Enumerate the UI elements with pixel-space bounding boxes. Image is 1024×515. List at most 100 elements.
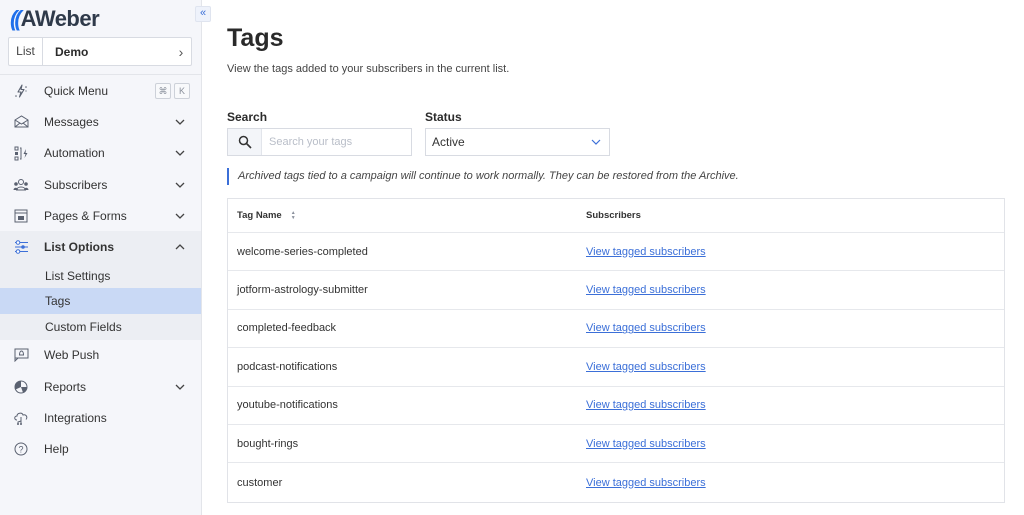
status-select[interactable]: Active — [425, 128, 610, 156]
column-header-label: Tag Name — [237, 210, 282, 221]
status-label: Status — [425, 110, 462, 124]
sidebar-item-label: List Options — [44, 240, 114, 255]
table-header: Tag Name ▲ ▼ Subscribers — [228, 199, 1004, 233]
sidebar-item-quick-menu[interactable]: Quick Menu ⌘ K — [0, 75, 201, 106]
sidebar-item-web-push[interactable]: Web Push — [0, 340, 201, 371]
subscribers-cell: View tagged subscribers — [586, 284, 1004, 296]
subscribers-cell: View tagged subscribers — [586, 399, 1004, 411]
search-input[interactable] — [262, 129, 411, 155]
search-label: Search — [227, 110, 268, 124]
page-subtitle: View the tags added to your subscribers … — [227, 63, 510, 75]
tags-table: Tag Name ▲ ▼ Subscribers welcome-series-c… — [227, 198, 1005, 503]
sidebar-item-label: Help — [44, 442, 69, 457]
subscribers-cell: View tagged subscribers — [586, 322, 1004, 334]
aweber-logo[interactable]: (( AWeber — [10, 6, 100, 32]
aweber-logo-icon: (( — [10, 6, 22, 31]
tag-name: podcast-notifications — [237, 360, 338, 373]
tag-name: jotform-astrology-submitter — [237, 284, 368, 297]
chevron-down-icon — [173, 182, 187, 188]
sidebar-subitem-label: List Settings — [45, 268, 111, 283]
view-tagged-subscribers-link[interactable]: View tagged subscribers — [586, 361, 706, 373]
column-header-label: Subscribers — [586, 210, 641, 221]
command-key: ⌘ — [155, 82, 171, 99]
sidebar-item-label: Subscribers — [44, 177, 108, 192]
sidebar-nav: Quick Menu ⌘ K Messages Automation Subsc… — [0, 75, 201, 465]
tag-name: youtube-notifications — [237, 399, 338, 412]
search-field — [227, 128, 412, 156]
sidebar-item-pages-forms[interactable]: Pages & Forms — [0, 200, 201, 231]
sidebar-item-label: Reports — [44, 379, 87, 394]
view-tagged-subscribers-link[interactable]: View tagged subscribers — [586, 438, 706, 450]
app: (( AWeber « List Demo › Quick Menu ⌘ K M… — [0, 0, 1024, 515]
tag-name-cell: jotform-astrology-submitter — [228, 284, 586, 296]
sort-icon[interactable]: ▲ ▼ — [291, 210, 296, 221]
view-tagged-subscribers-link[interactable]: View tagged subscribers — [586, 284, 706, 296]
brand-name: AWeber — [20, 6, 100, 31]
view-tagged-subscribers-link[interactable]: View tagged subscribers — [586, 399, 706, 411]
help-icon: ? — [13, 441, 29, 457]
sidebar-subitem-label: Tags — [45, 294, 71, 309]
sidebar-subitem-tags[interactable]: Tags — [0, 288, 201, 315]
search-icon[interactable] — [228, 129, 262, 155]
chevron-up-icon — [173, 244, 187, 250]
table-body: welcome-series-completed View tagged sub… — [228, 233, 1004, 502]
page-title: Tags — [227, 24, 284, 52]
chevron-down-icon — [173, 213, 187, 219]
tag-name-cell: youtube-notifications — [228, 399, 586, 411]
sidebar-item-subscribers[interactable]: Subscribers — [0, 169, 201, 200]
sidebar-item-reports[interactable]: Reports — [0, 371, 201, 402]
sidebar-item-label: Pages & Forms — [44, 208, 127, 223]
tag-name: welcome-series-completed — [237, 245, 368, 258]
table-row: welcome-series-completed View tagged sub… — [228, 233, 1004, 272]
view-tagged-subscribers-link[interactable]: View tagged subscribers — [586, 322, 706, 334]
cloud-icon — [13, 410, 29, 426]
chevron-down-icon — [173, 384, 187, 390]
chevron-right-icon: › — [178, 43, 184, 60]
sidebar-item-help[interactable]: ? Help — [0, 434, 201, 465]
collapse-sidebar-button[interactable]: « — [195, 6, 211, 22]
web-push-icon — [13, 347, 29, 363]
archive-notice: Archived tags tied to a campaign will co… — [227, 168, 739, 185]
table-row: customer View tagged subscribers — [228, 463, 1004, 501]
list-selector[interactable]: List Demo › — [8, 37, 192, 66]
lightning-icon — [13, 83, 29, 99]
status-select-value: Active — [432, 135, 465, 149]
sidebar-item-integrations[interactable]: Integrations — [0, 402, 201, 433]
subscribers-cell: View tagged subscribers — [586, 438, 1004, 450]
tag-name-cell: podcast-notifications — [228, 361, 586, 373]
chevron-down-icon — [173, 150, 187, 157]
sidebar-item-label: Messages — [44, 114, 99, 129]
view-tagged-subscribers-link[interactable]: View tagged subscribers — [586, 477, 706, 489]
sidebar-item-list-options[interactable]: List Options — [0, 231, 201, 263]
page-form-icon — [13, 208, 29, 224]
table-row: youtube-notifications View tagged subscr… — [228, 387, 1004, 425]
subscribers-cell: View tagged subscribers — [586, 477, 1004, 489]
sidebar-item-automation[interactable]: Automation — [0, 138, 201, 169]
chevron-down-icon — [591, 139, 601, 145]
view-tagged-subscribers-link[interactable]: View tagged subscribers — [586, 246, 706, 258]
main-content: Tags View the tags added to your subscri… — [202, 0, 1024, 515]
users-icon — [13, 177, 29, 193]
table-row: bought-rings View tagged subscribers — [228, 425, 1004, 464]
sidebar-subitem-label: Custom Fields — [45, 320, 122, 334]
sidebar-item-messages[interactable]: Messages — [0, 106, 201, 137]
chevron-down-icon — [173, 119, 187, 125]
sidebar-item-label: Automation — [44, 146, 105, 161]
table-row: podcast-notifications View tagged subscr… — [228, 348, 1004, 387]
sidebar-subitem-list-settings[interactable]: List Settings — [0, 262, 201, 289]
tag-name-cell: customer — [228, 477, 586, 489]
list-selector-label: List — [9, 38, 43, 65]
double-chevron-left-icon: « — [199, 7, 207, 19]
subscribers-cell: View tagged subscribers — [586, 246, 1004, 258]
tag-name-cell: completed-feedback — [228, 322, 586, 334]
envelope-icon — [13, 114, 29, 130]
column-header-tag-name[interactable]: Tag Name ▲ ▼ — [228, 210, 586, 221]
table-row: completed-feedback View tagged subscribe… — [228, 310, 1004, 349]
column-header-subscribers: Subscribers — [586, 210, 1004, 221]
sidebar-item-label: Integrations — [44, 411, 107, 426]
k-key: K — [174, 82, 190, 99]
list-selector-value: Demo — [55, 44, 89, 59]
sidebar-item-label: Web Push — [44, 348, 100, 363]
sidebar-item-label: Quick Menu — [44, 83, 109, 98]
sidebar-subitem-custom-fields[interactable]: Custom Fields — [0, 314, 201, 340]
